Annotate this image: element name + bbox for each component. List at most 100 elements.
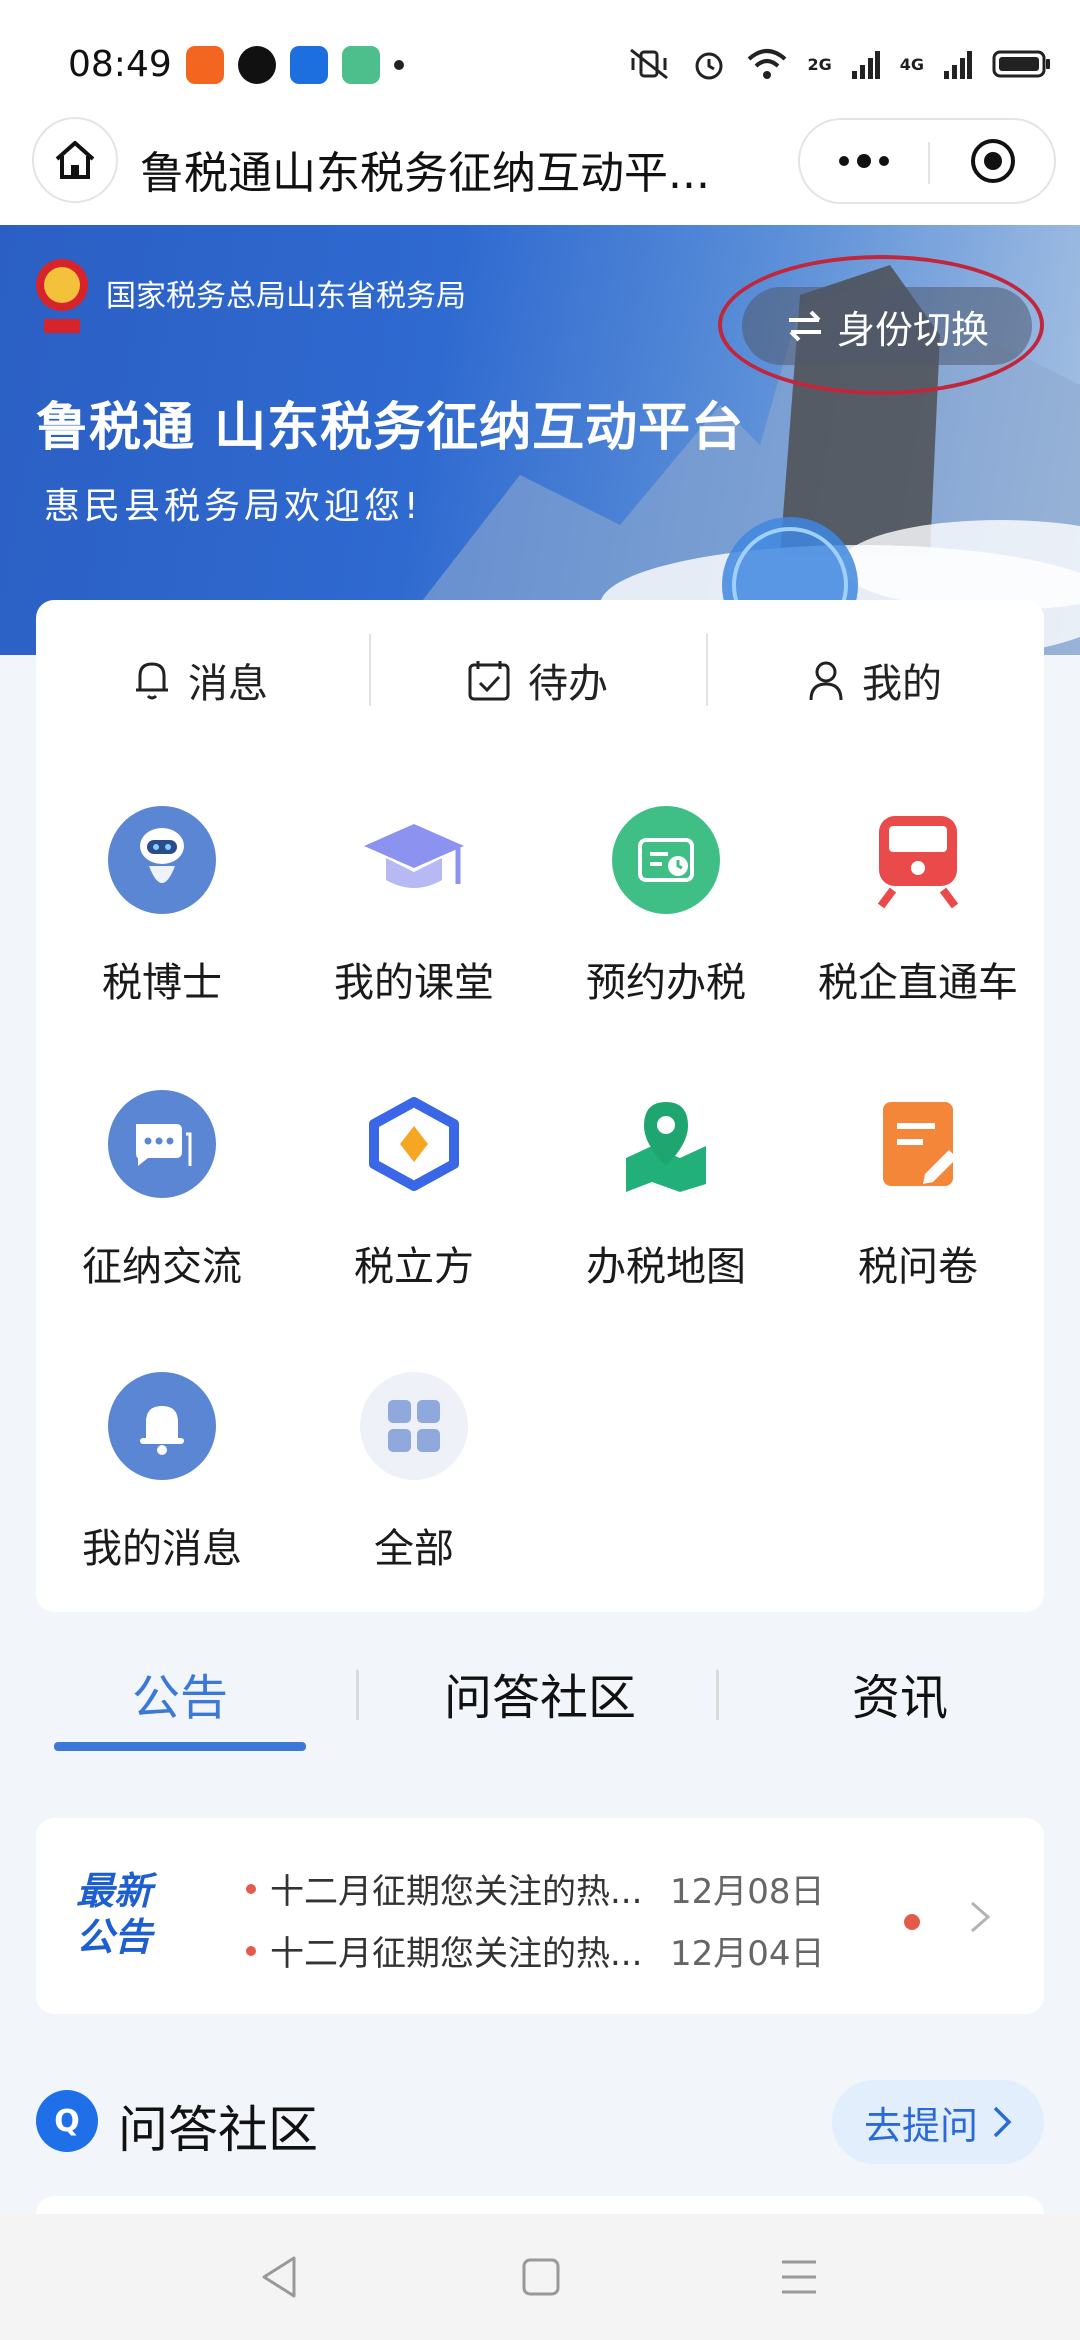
unread-dot-icon: [904, 1914, 920, 1930]
battery-icon: [992, 50, 1050, 78]
tab-qa-community[interactable]: 问答社区: [444, 1658, 636, 1728]
service-tax-express[interactable]: 税企直通车: [792, 806, 1044, 1008]
service-appointment[interactable]: 预约办税: [540, 806, 792, 1008]
qa-section-title: 问答社区: [118, 2101, 318, 2159]
service-label: 税博士: [102, 960, 222, 1006]
service-tax-cube[interactable]: 税立方: [288, 1090, 540, 1292]
qa-icon-letter: Q: [54, 2103, 80, 2139]
qa-bubble-icon: Q: [36, 2090, 98, 2152]
announcement-title: 十二月征期您关注的热...: [270, 1872, 643, 1912]
vibrate-mute-icon: [630, 48, 669, 80]
status-time: 08:49: [68, 44, 172, 85]
service-label: 征纳交流: [82, 1244, 242, 1290]
platform-title: 鲁税通 山东税务征纳互动平台: [36, 398, 745, 458]
service-tax-exchange[interactable]: 征纳交流: [36, 1090, 288, 1292]
service-label: 全部: [374, 1526, 454, 1572]
chat-icon: [108, 1090, 216, 1198]
announcement-item[interactable]: 十二月征期您关注的热... 12月04日: [246, 1926, 825, 1975]
ask-question-button[interactable]: 去提问: [832, 2080, 1044, 2164]
service-label: 办税地图: [586, 1244, 746, 1290]
highlight-annotation-ring: [718, 255, 1044, 395]
page-title: 鲁税通山东税务征纳互动平...: [140, 148, 710, 199]
home-icon: [55, 141, 95, 179]
tab-divider: [716, 1670, 719, 1720]
services-card: 消息 待办 我的 税博士 我的课堂 预约办税 税企直通车 征纳交流 税立方 办税…: [36, 600, 1044, 1612]
signal-4g-icon: [944, 51, 972, 79]
chevron-right-icon: [993, 2106, 1012, 2138]
service-label: 我的消息: [82, 1526, 242, 1572]
quick-action-label: 待办: [528, 661, 608, 707]
train-icon: [864, 806, 972, 914]
close-miniprogram-button[interactable]: [930, 120, 1056, 202]
announcement-title: 十二月征期您关注的热...: [270, 1934, 643, 1974]
map-pin-icon: [612, 1090, 720, 1198]
content-tabs: 公告 问答社区 资讯: [0, 1640, 1080, 1760]
service-tax-doctor[interactable]: 税博士: [36, 806, 288, 1008]
status-bar: 08:49 2G 4G: [0, 0, 1080, 115]
back-nav-icon[interactable]: [258, 2254, 300, 2300]
tab-news[interactable]: 资讯: [852, 1658, 948, 1728]
mini-program-capsule: [798, 118, 1056, 204]
service-tax-survey[interactable]: 税问卷: [792, 1090, 1044, 1292]
bell-icon: [108, 1372, 216, 1480]
quick-action-messages[interactable]: 消息: [132, 640, 268, 720]
announcement-date: 12月04日: [670, 1934, 825, 1974]
quick-action-label: 我的: [862, 661, 942, 707]
title-bar: 鲁税通山东税务征纳互动平...: [0, 115, 1080, 225]
system-navigation-bar: [0, 2214, 1080, 2340]
service-label: 税企直通车: [818, 960, 1018, 1006]
active-tab-indicator: [54, 1742, 306, 1751]
tab-divider: [356, 1670, 359, 1720]
service-my-classroom[interactable]: 我的课堂: [288, 806, 540, 1008]
service-my-messages[interactable]: 我的消息: [36, 1372, 288, 1574]
shield-app-icon: [238, 46, 276, 84]
graduation-cap-icon: [360, 806, 468, 914]
cube-icon: [360, 1090, 468, 1198]
railway-app-icon: [290, 46, 328, 84]
announcement-item[interactable]: 十二月征期您关注的热... 12月08日: [246, 1864, 825, 1913]
latest-announcement-badge: 最新 公告: [76, 1868, 152, 1960]
recents-nav-icon[interactable]: [778, 2254, 820, 2300]
badge-line-1: 最新: [76, 1869, 153, 1913]
quick-action-divider: [369, 634, 371, 706]
service-label: 税问卷: [858, 1244, 978, 1290]
calendar-check-icon: [468, 661, 510, 701]
alarm-icon: [695, 52, 723, 80]
qa-community-header: Q 问答社区 去提问: [36, 2080, 1044, 2164]
ask-question-label: 去提问: [863, 2103, 978, 2148]
chevron-right-icon[interactable]: [968, 1900, 992, 1934]
wifi-icon: [748, 49, 787, 79]
more-notifications-dot-icon: [394, 60, 404, 70]
tab-announcements[interactable]: 公告: [132, 1658, 228, 1728]
welcome-text: 惠民县税务局欢迎您!: [44, 486, 423, 527]
latest-announcements-card[interactable]: 最新 公告 十二月征期您关注的热... 12月08日 十二月征期您关注的热...…: [36, 1818, 1044, 2014]
signal-4g-label: 4G: [899, 54, 924, 74]
signal-2g-icon: [851, 51, 880, 79]
robot-icon: [108, 806, 216, 914]
service-label: 我的课堂: [334, 960, 494, 1006]
user-icon: [809, 661, 843, 701]
tax-bureau-emblem-icon: [36, 259, 88, 333]
announcement-date: 12月08日: [670, 1872, 825, 1912]
tax-bureau-name: 国家税务总局山东省税务局: [106, 279, 466, 314]
home-button[interactable]: [32, 117, 118, 203]
quick-action-divider: [706, 634, 708, 706]
status-indicators: 2G 4G: [627, 46, 1052, 82]
more-dots-icon: [839, 154, 889, 168]
chat-app-icon: [342, 46, 380, 84]
service-tax-map[interactable]: 办税地图: [540, 1090, 792, 1292]
taobao-app-icon: [186, 46, 224, 84]
appointment-icon: [612, 806, 720, 914]
quick-action-mine[interactable]: 我的: [806, 640, 942, 720]
home-nav-icon[interactable]: [520, 2254, 562, 2300]
status-app-icons: [186, 46, 404, 84]
quick-action-todo[interactable]: 待办: [466, 640, 608, 720]
bullet-dot-icon: [246, 1883, 256, 1894]
badge-line-2: 公告: [76, 1915, 153, 1959]
header-banner: 国家税务总局山东省税务局 鲁税通 山东税务征纳互动平台 惠民县税务局欢迎您! 身…: [0, 225, 1080, 655]
signal-2g-label: 2G: [807, 54, 832, 74]
more-button[interactable]: [800, 120, 928, 202]
service-label: 税立方: [354, 1244, 474, 1290]
service-all[interactable]: 全部: [288, 1372, 540, 1574]
bell-icon: [136, 662, 168, 700]
